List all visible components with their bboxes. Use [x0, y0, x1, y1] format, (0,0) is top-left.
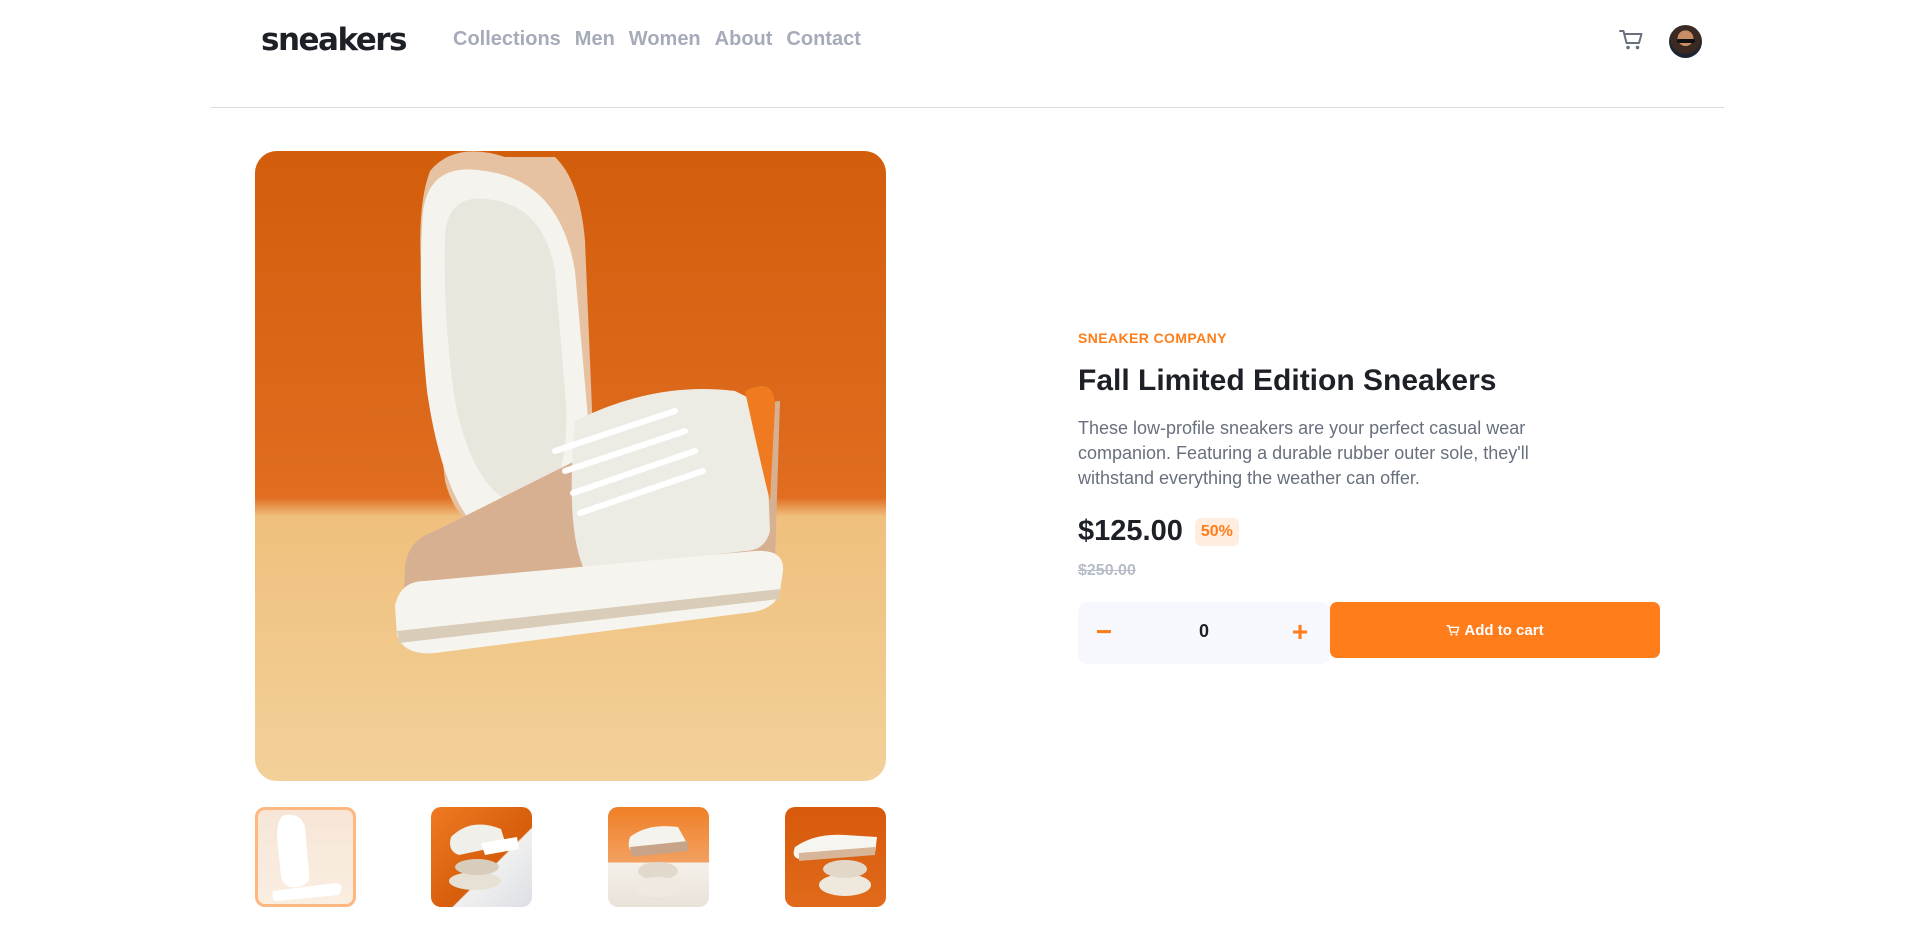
- product-page: sneakers Collections Men Women About Con…: [0, 0, 1920, 942]
- increase-quantity-button[interactable]: +: [1283, 616, 1317, 650]
- discount-badge: 50%: [1194, 517, 1239, 546]
- cart-icon[interactable]: [1618, 26, 1644, 52]
- product-title: Fall Limited Edition Sneakers: [1078, 364, 1497, 397]
- original-price: $250.00: [1078, 562, 1136, 579]
- main-nav: Collections Men Women About Contact: [453, 28, 861, 51]
- site-header: sneakers Collections Men Women About Con…: [211, 0, 1724, 108]
- add-to-cart-label: Add to cart: [1464, 621, 1544, 639]
- cart-icon: [1446, 624, 1460, 636]
- avatar[interactable]: [1669, 25, 1702, 58]
- nav-about[interactable]: About: [715, 28, 773, 51]
- thumbnail-4[interactable]: [785, 807, 886, 907]
- main-product-image[interactable]: [255, 151, 886, 781]
- nav-women[interactable]: Women: [629, 28, 701, 51]
- thumbnail-3[interactable]: [608, 807, 709, 907]
- price-row: $125.00 50%: [1078, 515, 1658, 548]
- thumbnail-2[interactable]: [431, 807, 532, 907]
- thumbnail-strip: [255, 807, 886, 907]
- company-name: SNEAKER COMPANY: [1078, 330, 1227, 346]
- decrease-quantity-button[interactable]: −: [1087, 616, 1121, 650]
- quantity-stepper: − 0 +: [1078, 602, 1330, 664]
- quantity-value: 0: [1198, 621, 1209, 641]
- product-info: SNEAKER COMPANY Fall Limited Edition Sne…: [1078, 330, 1660, 664]
- nav-contact[interactable]: Contact: [786, 28, 860, 51]
- add-to-cart-button[interactable]: Add to cart: [1330, 602, 1660, 658]
- product-description: These low-profile sneakers are your perf…: [1078, 418, 1529, 488]
- avatar-glasses: [1677, 39, 1695, 43]
- nav-collections[interactable]: Collections: [453, 28, 561, 51]
- thumbnail-1[interactable]: [255, 807, 356, 907]
- logo[interactable]: sneakers: [261, 22, 408, 58]
- purchase-actions: − 0 + Add to cart: [1078, 602, 1660, 664]
- nav-men[interactable]: Men: [575, 28, 615, 51]
- current-price: $125.00: [1078, 515, 1183, 547]
